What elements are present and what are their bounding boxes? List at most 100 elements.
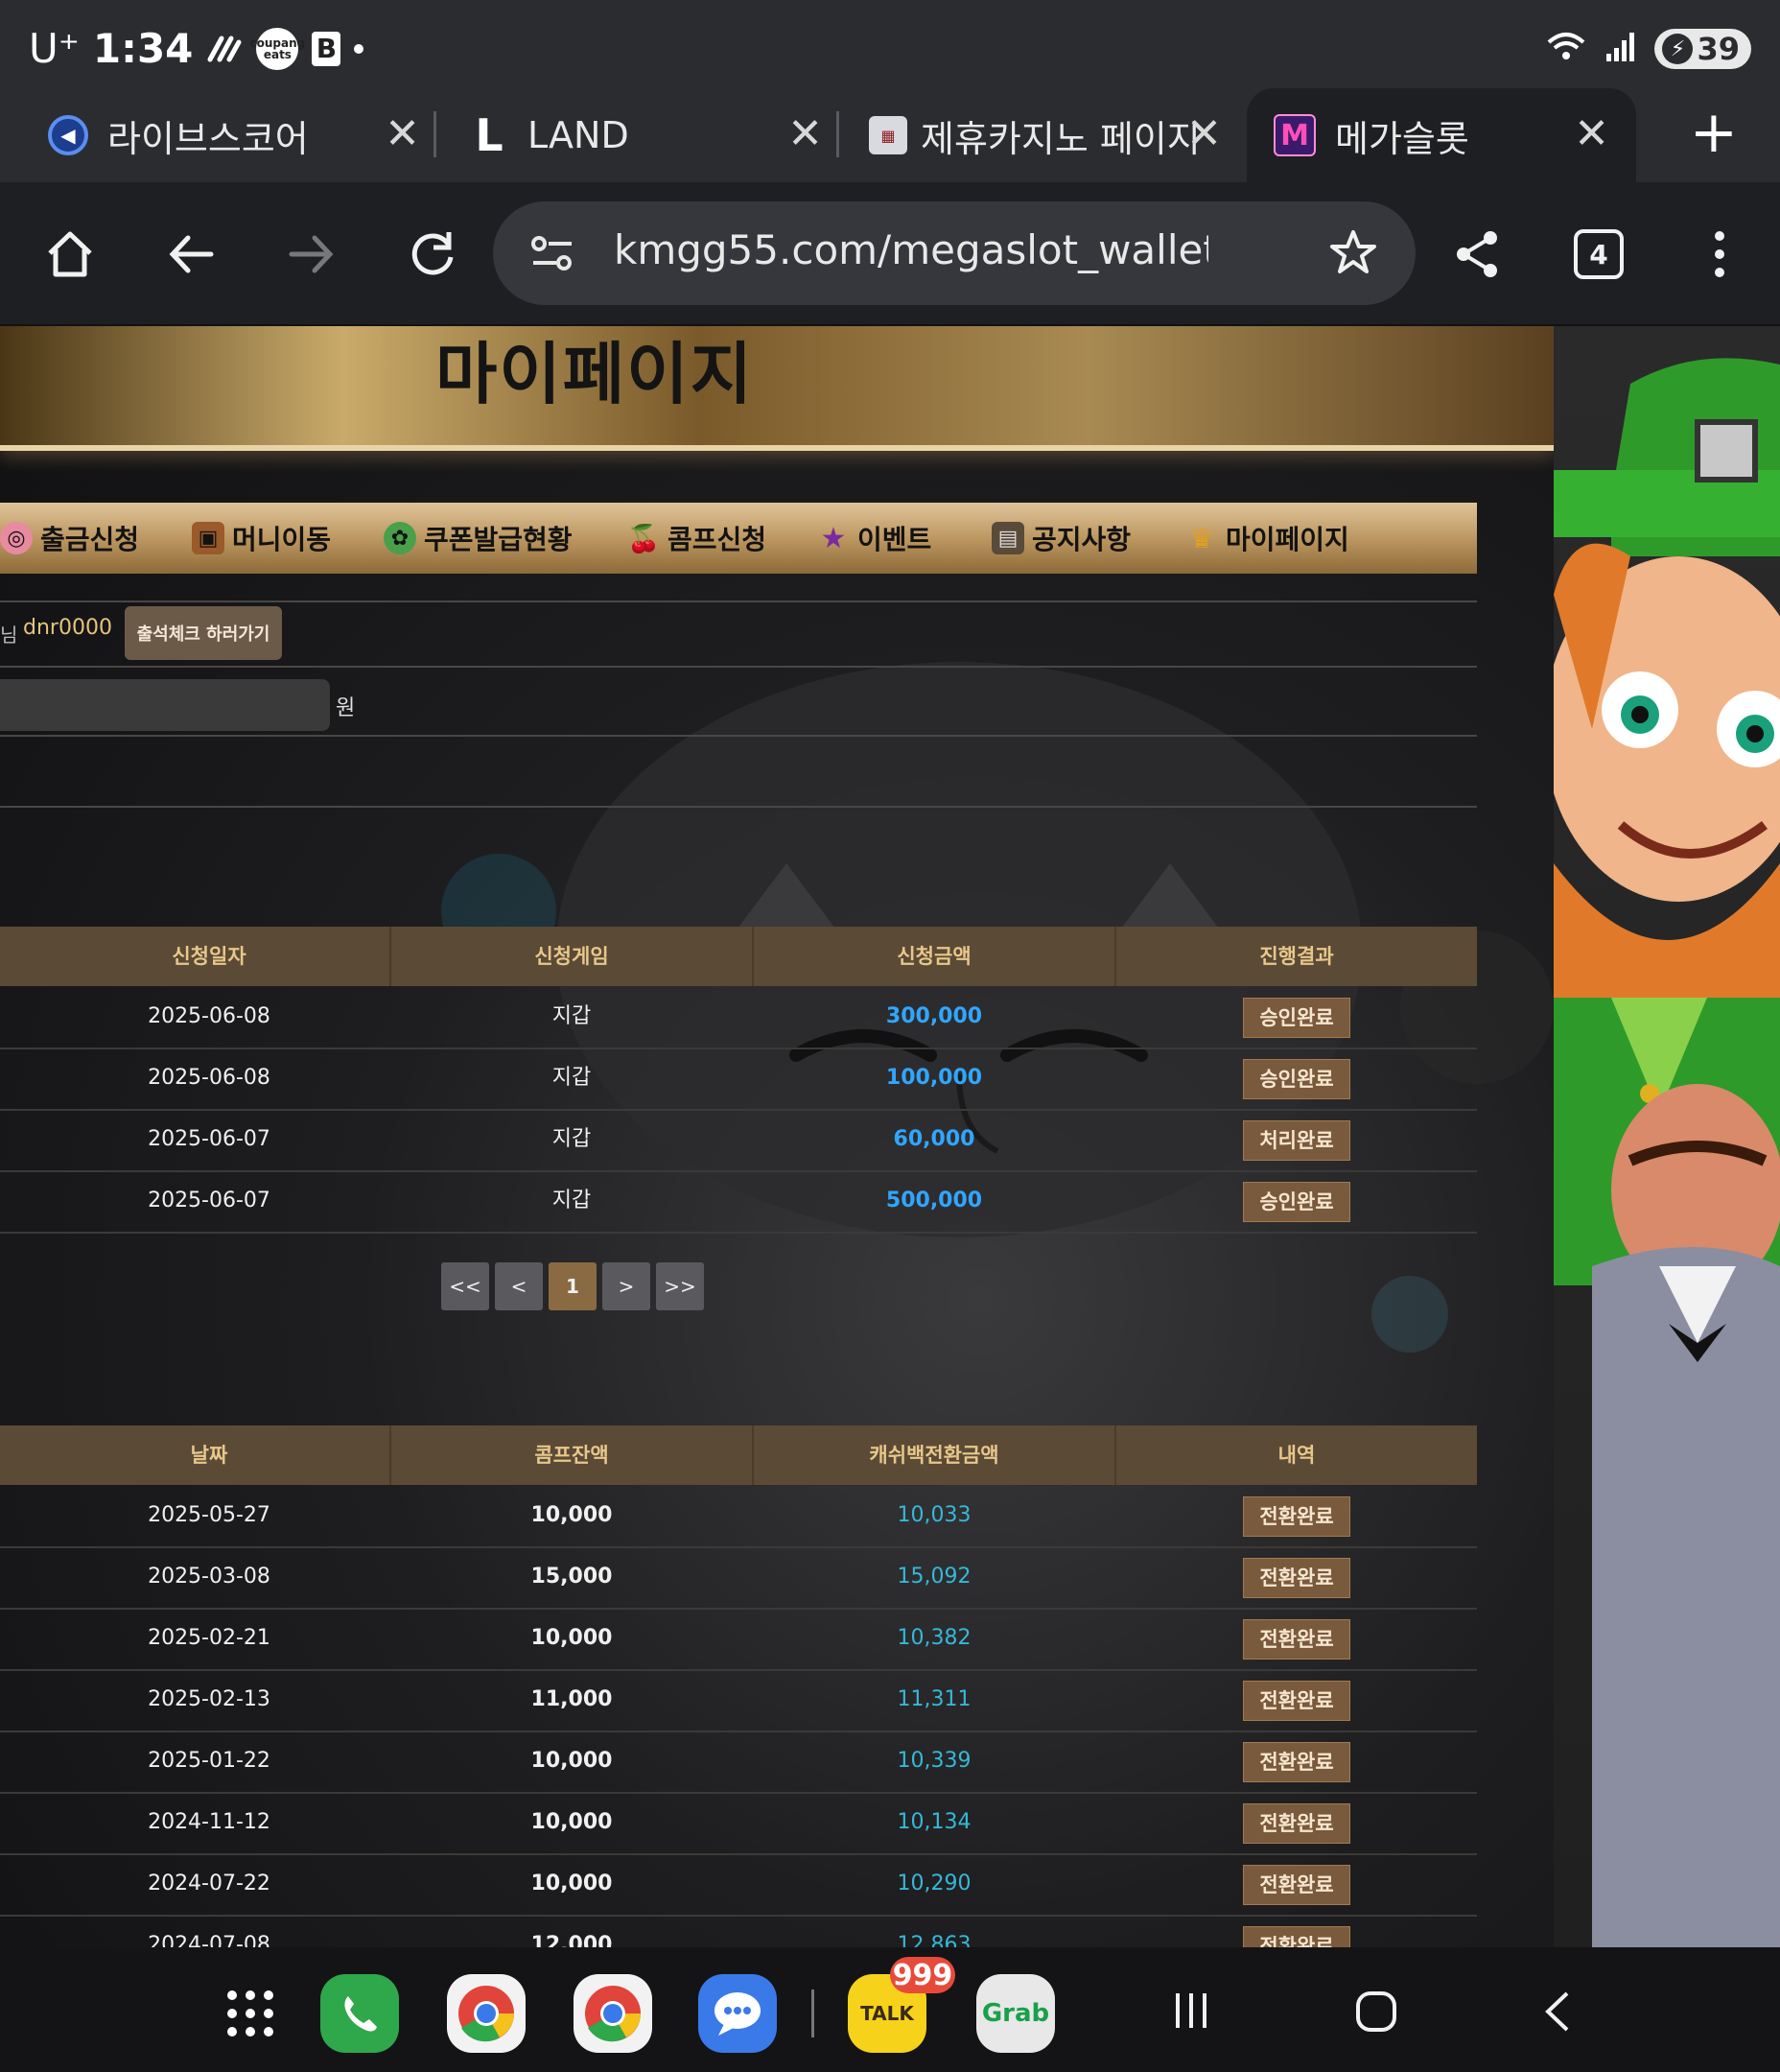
android-dock: TALK Grab [0,1947,1780,2072]
page-title: 마이페이지 [435,335,754,413]
unread-count-badge: 999 [890,1957,955,1993]
signal-slash-icon [206,35,243,63]
status-badge: 전환완료 [1243,1681,1350,1721]
nav-item-money-transfer[interactable]: ▣ 머니이동 [192,503,331,574]
web-page: 마이페이지 ◎ 출금신청 ▣ 머니이동 ✿ 쿠폰발급현황 🍒 콤프신청 ★ 이벤… [0,326,1780,1947]
status-badge: 전환완료 [1243,1619,1350,1660]
table-row: 2024-07-22 10,000 10,290 전환완료 [0,1853,1477,1917]
tab-switcher-button[interactable]: 4 [1565,221,1632,288]
nav-item-coupon-status[interactable]: ✿ 쿠폰발급현황 [384,503,573,574]
first-page-button[interactable]: << [441,1262,489,1310]
messages-app-icon[interactable] [698,1974,777,2053]
share-icon [1457,231,1497,277]
main-nav: ◎ 출금신청 ▣ 머니이동 ✿ 쿠폰발급현황 🍒 콤프신청 ★ 이벤트 ▤ 공지… [0,503,1477,574]
page-header-banner: 마이페이지 [0,326,1554,451]
user-suffix-label: 님 [0,624,18,647]
attendance-check-button[interactable]: 출석체크 하러가기 [125,606,282,660]
battery-indicator: ⚡ 39 [1654,29,1751,69]
more-vert-icon [1715,231,1724,277]
tab-livescore[interactable]: ◀ 라이브스코어 ✕ [48,88,432,182]
table-row: 2025-06-08 지갑 100,000 승인완료 [0,1048,1477,1111]
back-nav-button[interactable] [1538,1990,1577,2037]
close-tab-icon[interactable]: ✕ [1186,111,1222,157]
menu-button[interactable] [1686,221,1753,288]
app-drawer-button[interactable] [211,1974,290,2053]
crown-icon: ♛ [1189,522,1214,554]
table-row: 2025-02-21 10,000 10,382 전환완료 [0,1608,1477,1671]
star-icon: ★ [820,521,847,555]
user-id: dnr0000 [23,616,112,640]
back-button[interactable] [157,221,224,288]
leprechaun-illustration [1554,358,1780,1947]
chrome-app-icon[interactable] [447,1974,526,2053]
donut-icon: ◎ [0,522,33,554]
url-text[interactable]: kmgg55.com/megaslot_wallet/megas [614,226,1208,273]
tab-land[interactable]: L LAND ✕ [470,88,834,182]
address-bar[interactable]: kmgg55.com/megaslot_wallet/megas [493,201,1416,305]
next-page-button[interactable]: > [602,1262,650,1310]
table-row: 2024-07-08 12,000 12,863 전환완료 [0,1915,1477,1947]
close-tab-icon[interactable]: ✕ [385,111,420,157]
page-1-button[interactable]: 1 [549,1262,597,1310]
last-page-button[interactable]: >> [656,1262,704,1310]
cherry-icon: 🍒 [626,522,661,554]
home-nav-button[interactable] [1354,1990,1398,2037]
cell-signal-icon [1604,31,1637,67]
request-history-table: 신청일자 신청게임 신청금액 진행결과 2025-06-08 지갑 300,00… [0,927,1477,1243]
clock: 1:34 [92,25,194,72]
status-badge: 승인완료 [1243,1059,1350,1099]
livescore-icon: ◀ [48,115,88,155]
land-icon: L [475,109,504,161]
casino-icon: ▦ [869,116,907,154]
treasure-chest-icon: ▣ [192,522,224,554]
table-row: 2025-01-22 10,000 10,339 전환완료 [0,1731,1477,1794]
close-tab-icon[interactable]: ✕ [1574,111,1609,157]
prev-page-button[interactable]: < [495,1262,543,1310]
nav-item-event[interactable]: ★ 이벤트 [817,503,932,574]
forward-button[interactable] [278,221,345,288]
notification-dot-icon [354,43,364,54]
table-row: 2025-06-07 지갑 500,000 승인완료 [0,1170,1477,1234]
grid-dots-icon [227,1990,273,2037]
amount-input[interactable] [0,679,330,731]
recent-apps-button[interactable] [1170,1990,1212,2036]
charging-bolt-icon: ⚡ [1662,34,1694,64]
new-tab-button[interactable]: + [1690,102,1738,163]
nav-item-notice[interactable]: ▤ 공지사항 [992,503,1131,574]
status-badge: 전환완료 [1243,1742,1350,1782]
bookmark-star-icon[interactable] [1329,228,1377,280]
table-row: 2024-11-12 10,000 10,134 전환완료 [0,1792,1477,1855]
arrow-right-icon [289,235,334,273]
close-tab-icon[interactable]: ✕ [787,111,823,157]
tab-partner-casino[interactable]: ▦ 제휴카지노 페이지 ✕ [869,88,1233,182]
amount-unit-label: 원 [336,696,356,720]
status-badge: 승인완료 [1243,1182,1350,1222]
bonus-icon: ✿ [384,522,416,554]
phone-app-icon[interactable] [320,1974,399,2053]
nav-item-mypage[interactable]: ♛ 마이페이지 [1185,503,1348,574]
arrow-left-icon [169,235,214,273]
tab-divider [433,111,436,157]
reload-button[interactable] [399,221,466,288]
table-row: 2025-05-27 10,000 10,033 전환완료 [0,1485,1477,1548]
share-button[interactable] [1444,221,1511,288]
divider [0,666,1477,668]
tab-megaslot[interactable]: M 메가슬롯 ✕ [1247,88,1636,182]
reload-icon [411,232,454,275]
recents-icon [1176,1993,1206,2028]
nav-item-comp-request[interactable]: 🍒 콤프신청 [627,503,766,574]
side-banner-art [1554,326,1780,1947]
site-settings-icon[interactable] [529,230,575,280]
status-badge: 처리완료 [1243,1120,1350,1161]
chrome-app-icon-2[interactable] [574,1974,652,2053]
divider [0,806,1477,808]
status-badge: 승인완료 [1243,998,1350,1038]
megaslot-icon: M [1274,114,1316,156]
wifi-icon [1545,31,1587,67]
table-row: 2025-02-13 11,000 11,311 전환완료 [0,1669,1477,1732]
divider [0,735,1477,737]
grab-app-icon[interactable]: Grab [976,1974,1055,2053]
home-button[interactable] [36,221,104,288]
nav-item-withdraw[interactable]: ◎ 출금신청 [0,503,139,574]
status-badge: 전환완료 [1243,1496,1350,1537]
